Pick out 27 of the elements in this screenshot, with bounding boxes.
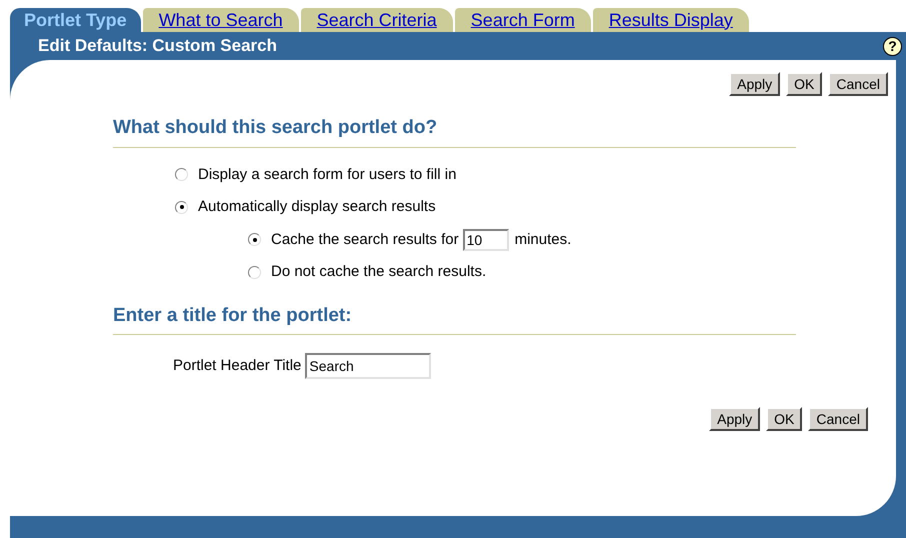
form-button[interactable]: Cancel bbox=[808, 407, 868, 431]
tab[interactable]: Results Display bbox=[592, 8, 749, 32]
option-label: minutes. bbox=[514, 230, 572, 250]
tab[interactable]: Search Criteria bbox=[300, 8, 453, 32]
title-field[interactable]: Search bbox=[305, 353, 432, 379]
help-icon[interactable]: ? bbox=[883, 36, 902, 56]
form-button[interactable]: Cancel bbox=[828, 72, 888, 96]
radio-button[interactable] bbox=[175, 168, 188, 182]
tab[interactable]: What to Search bbox=[142, 8, 299, 32]
option-label: Display a search form for users to fill in bbox=[198, 164, 456, 184]
page-title: Edit Defaults: Custom Search bbox=[38, 35, 277, 58]
radio-button[interactable] bbox=[175, 200, 188, 214]
minutes-field[interactable]: 10 bbox=[462, 228, 509, 251]
form-button[interactable]: OK bbox=[766, 407, 802, 431]
form-button[interactable]: OK bbox=[786, 72, 822, 96]
section-heading: What should this search portlet do? bbox=[113, 114, 796, 148]
radio-button[interactable] bbox=[248, 266, 261, 279]
form-button[interactable]: Apply bbox=[709, 407, 760, 431]
field-label: Portlet Header Title bbox=[173, 356, 302, 376]
tab[interactable]: Portlet Type bbox=[10, 8, 141, 32]
option-label: Cache the search results for bbox=[271, 230, 459, 250]
section-heading: Enter a title for the portlet: bbox=[113, 302, 796, 335]
option-label: Automatically display search results bbox=[198, 197, 436, 217]
tab[interactable]: Search Form bbox=[454, 8, 591, 32]
option-label: Do not cache the search results. bbox=[271, 262, 486, 282]
radio-button[interactable] bbox=[248, 233, 261, 246]
form-button[interactable]: Apply bbox=[729, 72, 780, 96]
